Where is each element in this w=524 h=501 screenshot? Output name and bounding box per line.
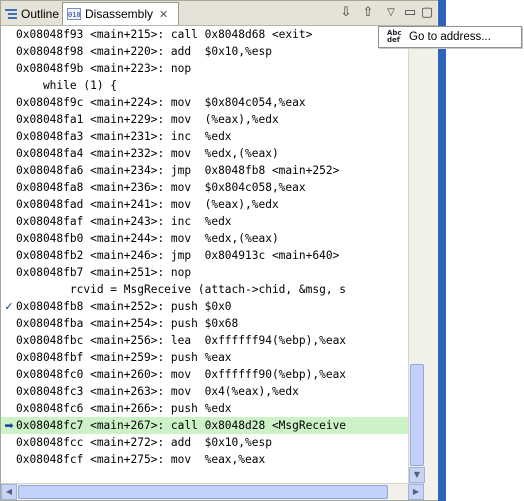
code-line[interactable]: 0x08048fbf <main+259>: push %eax <box>1 349 408 366</box>
code-line[interactable]: 0x08048fa6 <main+234>: jmp 0x8048fb8 <ma… <box>1 162 408 179</box>
view-menu-icon[interactable]: ▽ <box>383 5 399 21</box>
scrollbar-corner <box>424 483 438 499</box>
tab-disassembly-label: Disassembly <box>85 7 154 21</box>
code-line[interactable]: 0x08048fb2 <main+246>: jmp 0x804913c <ma… <box>1 247 408 264</box>
horizontal-scroll-thumb[interactable] <box>18 485 388 499</box>
instruction-pointer-arrow-icon[interactable]: ➡ <box>3 417 15 434</box>
code-line[interactable]: 0x08048fad <main+241>: mov (%eax),%edx <box>1 196 408 213</box>
minimize-icon[interactable]: ▭ <box>402 5 418 21</box>
disassembly-editor[interactable]: 0x08048f93 <main+215>: call 0x8048d68 <e… <box>1 26 408 483</box>
code-line[interactable]: 0x08048faf <main+243>: inc %edx <box>1 213 408 230</box>
tab-outline[interactable]: Outline <box>5 3 59 24</box>
menu-item-label: Go to address... <box>409 31 491 43</box>
horizontal-scrollbar[interactable]: ◀ ▶ <box>1 483 424 500</box>
code-line[interactable]: 0x08048fb0 <main+244>: mov %edx,(%eax) <box>1 230 408 247</box>
vertical-scrollbar[interactable]: ▲ ▼ <box>408 26 425 483</box>
abc-def-icon: Abc def <box>387 29 402 44</box>
code-line[interactable]: 0x08048fba <main+254>: push $0x68 <box>1 315 408 332</box>
code-line[interactable]: 0x08048fa3 <main+231>: inc %edx <box>1 128 408 145</box>
window-edge <box>438 0 446 501</box>
outline-icon <box>5 8 17 20</box>
scroll-right-icon[interactable]: ▶ <box>408 484 424 500</box>
code-line[interactable]: 0x08048fa4 <main+232>: mov %edx,(%eax) <box>1 145 408 162</box>
code-line[interactable]: while (1) { <box>1 77 408 94</box>
code-line[interactable]: 0x08048fc6 <main+266>: push %edx <box>1 400 408 417</box>
code-line[interactable]: 0x08048fcc <main+272>: add $0x10,%esp <box>1 434 408 451</box>
next-arrow-down-icon[interactable]: ⇩ <box>338 5 354 21</box>
menu-item-go-to-address[interactable]: Abc def Go to address... <box>379 27 521 47</box>
code-line[interactable]: 0x08048f98 <main+220>: add $0x10,%esp <box>1 43 408 60</box>
view-tab-bar: Outline 010 Disassembly ✕ ⇩ ⇧ ▽ ▭ ▢ <box>1 1 437 26</box>
code-line[interactable]: 0x08048fb7 <main+251>: nop <box>1 264 408 281</box>
code-line[interactable]: 0x08048f9b <main+223>: nop <box>1 60 408 77</box>
vertical-scroll-thumb[interactable] <box>410 364 424 466</box>
code-line[interactable]: 0x08048fcf <main+275>: mov %eax,%eax <box>1 451 408 468</box>
disassembly-icon: 010 <box>67 8 81 20</box>
scroll-left-icon[interactable]: ◀ <box>1 484 17 500</box>
code-line[interactable]: 0x08048fbc <main+256>: lea 0xffffff94(%e… <box>1 332 408 349</box>
code-line[interactable]: 0x08048f9c <main+224>: mov $0x804c054,%e… <box>1 94 408 111</box>
code-line[interactable]: 0x08048fc0 <main+260>: mov 0xffffff90(%e… <box>1 366 408 383</box>
code-line[interactable]: 0x08048f93 <main+215>: call 0x8048d68 <e… <box>1 26 408 43</box>
breakpoint-check-icon[interactable]: ✓ <box>3 298 15 315</box>
previous-arrow-up-icon[interactable]: ⇧ <box>360 5 376 21</box>
code-line[interactable]: 0x08048fc3 <main+263>: mov 0x4(%eax),%ed… <box>1 383 408 400</box>
scroll-down-icon[interactable]: ▼ <box>409 467 425 483</box>
code-line[interactable]: 0x08048fa1 <main+229>: mov (%eax),%edx <box>1 111 408 128</box>
tab-outline-label: Outline <box>21 6 60 21</box>
view-menu-popup: Abc def Go to address... <box>378 26 522 48</box>
code-line[interactable]: 0x08048fb8 <main+252>: push $0x0 <box>1 298 408 315</box>
maximize-icon[interactable]: ▢ <box>419 5 435 21</box>
current-instruction-line[interactable]: 0x08048fc7 <main+267>: call 0x8048d28 <M… <box>1 417 408 434</box>
close-icon[interactable]: ✕ <box>159 8 168 21</box>
code-line[interactable]: rcvid = MsgReceive (attach->chid, &msg, … <box>1 281 408 298</box>
tab-disassembly[interactable]: 010 Disassembly ✕ <box>62 2 179 25</box>
code-line[interactable]: 0x08048fa8 <main+236>: mov $0x804c058,%e… <box>1 179 408 196</box>
